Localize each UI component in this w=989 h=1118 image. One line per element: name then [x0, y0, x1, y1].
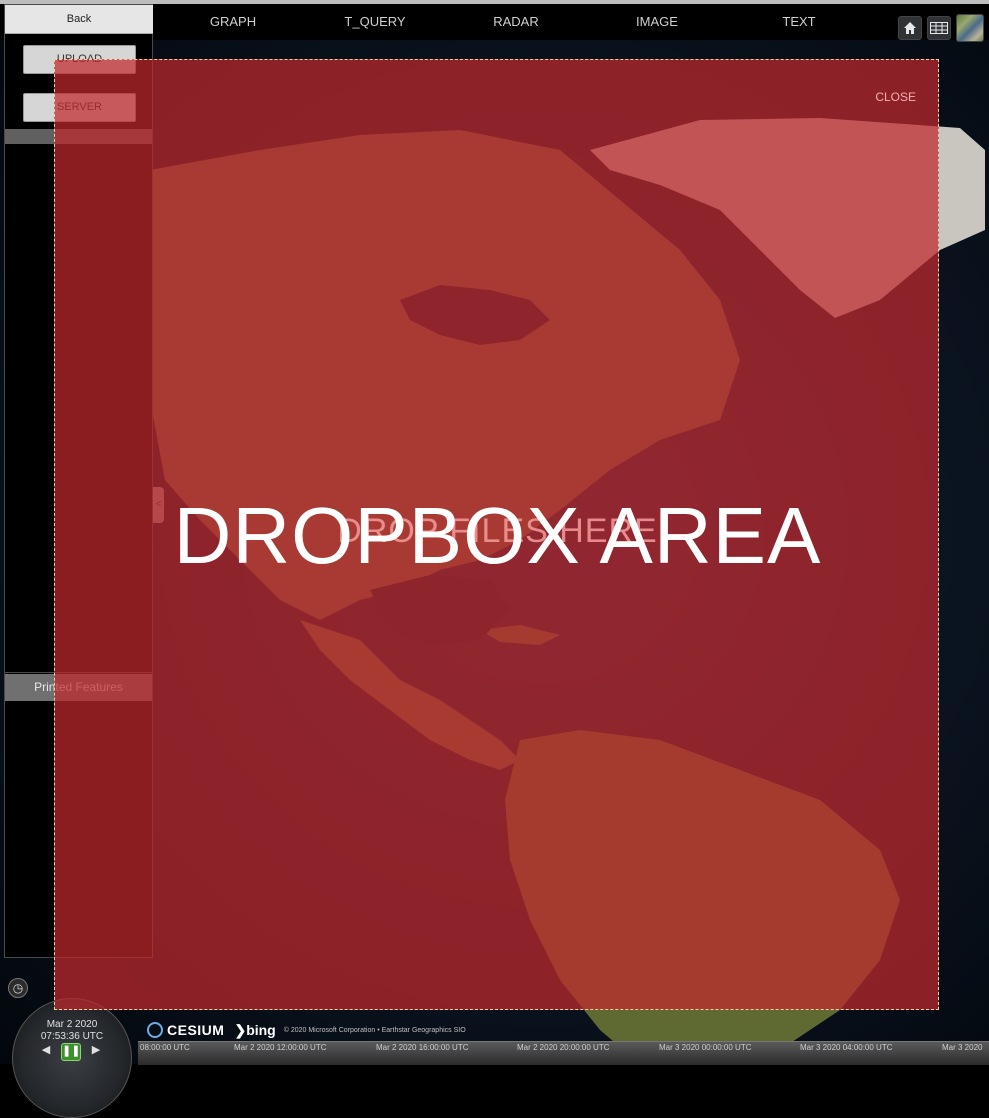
play-reverse-icon[interactable]: ◀ [39, 1043, 53, 1057]
cesium-label: CESIUM [167, 1022, 225, 1038]
home-icon [904, 22, 916, 34]
cesium-icon [147, 1022, 163, 1038]
attribution-text: © 2020 Microsoft Corporation • Earthstar… [283, 1026, 466, 1034]
dropbox-title: DROPBOX AREA [173, 491, 822, 580]
cesium-logo[interactable]: CESIUM [147, 1022, 224, 1038]
timeline[interactable]: 08:00:00 UTC Mar 2 2020 12:00:00 UTC Mar… [138, 1041, 989, 1065]
credits-bar: CESIUM ❯bing © 2020 Microsoft Corporatio… [147, 1019, 466, 1041]
timeline-tick: Mar 3 2020 04:00:00 UTC [800, 1043, 893, 1052]
bing-label: bing [246, 1021, 276, 1038]
bing-icon: ❯ [234, 1021, 247, 1038]
animation-date: Mar 2 2020 [46, 1019, 98, 1030]
timeline-tick: Mar 2 2020 12:00:00 UTC [234, 1043, 327, 1052]
timeline-tick: Mar 2 2020 20:00:00 UTC [517, 1043, 610, 1052]
animation-time: 07:53:36 UTC [40, 1031, 104, 1042]
animation-widget: Mar 2 2020 07:53:36 UTC ◀ ❚❚ ▶ [12, 998, 132, 1118]
clock-icon[interactable]: ◷ [8, 978, 28, 998]
back-button[interactable]: Back [5, 5, 153, 34]
nav-t-query[interactable]: T_QUERY [320, 14, 430, 29]
timeline-tick: Mar 3 2020 00:00:00 UTC [659, 1043, 752, 1052]
bing-logo[interactable]: ❯bing [234, 1022, 275, 1039]
nav-radar[interactable]: RADAR [461, 14, 571, 29]
play-icon[interactable]: ▶ [89, 1043, 103, 1057]
imagery-layer-button[interactable] [956, 14, 984, 42]
home-button[interactable] [898, 16, 922, 40]
timeline-tick: Mar 2 2020 16:00:00 UTC [376, 1043, 469, 1052]
nav-graph[interactable]: GRAPH [178, 14, 288, 29]
close-button[interactable]: CLOSE [875, 90, 916, 104]
grid-projection-icon [930, 22, 948, 34]
dropbox-overlay[interactable]: CLOSE DROP FILES HERE DROPBOX AREA [54, 59, 939, 1010]
nav-image[interactable]: IMAGE [602, 14, 712, 29]
nav-text[interactable]: TEXT [744, 14, 854, 29]
pause-icon[interactable]: ❚❚ [61, 1043, 81, 1061]
projection-picker-button[interactable] [927, 16, 951, 40]
animation-controls: ◀ ❚❚ ▶ [39, 1043, 105, 1061]
timeline-tick: Mar 3 2020 [942, 1043, 983, 1052]
timeline-tick: 08:00:00 UTC [140, 1043, 190, 1052]
